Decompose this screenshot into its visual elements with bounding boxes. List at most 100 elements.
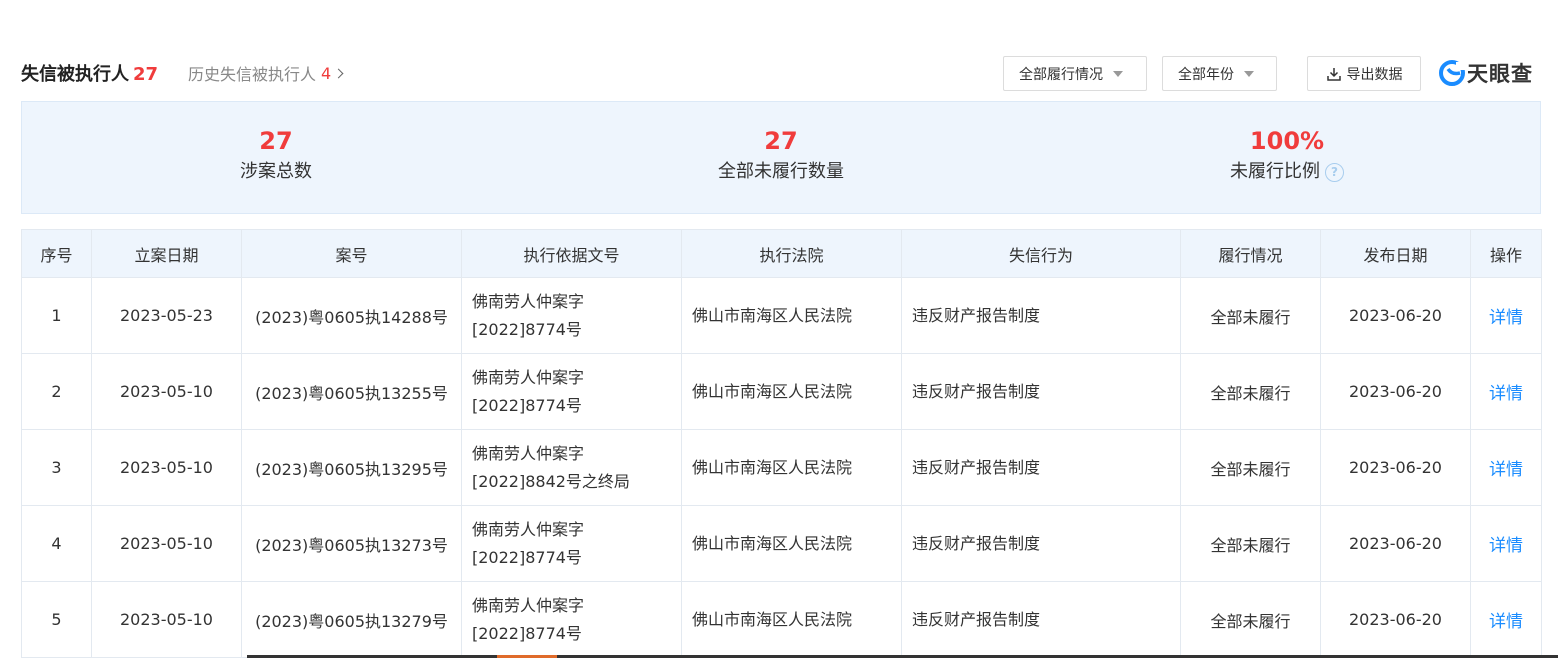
caret-down-icon [1113, 70, 1123, 77]
column-header-behavior: 失信行为 [901, 229, 1181, 278]
basis-line-1: 佛南劳人仲案字 [472, 519, 585, 539]
stat-label-text: 未履行比例 [1230, 161, 1320, 182]
table-row: 3 2023-05-10 (2023)粤0605执13295号 佛南劳人仲案字 [… [21, 429, 1542, 506]
details-link[interactable]: 详情 [1470, 429, 1542, 506]
cell-behavior: 违反财产报告制度 [901, 581, 1181, 658]
history-dishonest-link[interactable]: 历史失信被执行人 4 [188, 61, 344, 85]
history-label: 历史失信被执行人 [188, 65, 317, 84]
cell-filed-date: 2023-05-10 [91, 581, 242, 658]
tianyancha-logo: 天眼查 [1439, 59, 1533, 87]
cell-case-number: (2023)粤0605执14288号 [241, 277, 462, 354]
table-row: 2 2023-05-10 (2023)粤0605执13255号 佛南劳人仲案字 [… [21, 353, 1542, 430]
column-header-action: 操作 [1470, 229, 1542, 278]
cell-published-date: 2023-06-20 [1320, 353, 1471, 430]
cell-court: 佛山市南海区人民法院 [681, 353, 902, 430]
column-header-status: 履行情况 [1180, 229, 1321, 278]
cell-status: 全部未履行 [1180, 581, 1321, 658]
basis-line-2: [2022]8774号 [472, 623, 582, 643]
stat-unfulfilled-count: 27 全部未履行数量 [581, 126, 981, 184]
section-title-label: 失信被执行人 [21, 64, 129, 85]
stat-value: 27 [259, 127, 293, 155]
logo-text: 天眼查 [1467, 62, 1533, 86]
cell-behavior: 违反财产报告制度 [901, 505, 1181, 582]
stat-value: 100% [1249, 127, 1325, 155]
cell-basis-doc: 佛南劳人仲案字 [2022]8774号 [461, 277, 682, 354]
cell-case-number: (2023)粤0605执13279号 [241, 581, 462, 658]
cell-filed-date: 2023-05-10 [91, 429, 242, 506]
performance-filter-dropdown[interactable]: 全部履行情况 [1003, 56, 1147, 91]
export-data-label: 导出数据 [1346, 66, 1403, 83]
cell-status: 全部未履行 [1180, 277, 1321, 354]
basis-line-1: 佛南劳人仲案字 [472, 291, 585, 311]
summary-panel: 27 涉案总数 27 全部未履行数量 100% 未履行比例? [21, 101, 1541, 214]
stat-label: 涉案总数 [76, 160, 476, 184]
basis-line-2: [2022]8774号 [472, 395, 582, 415]
cell-court: 佛山市南海区人民法院 [681, 277, 902, 354]
cell-behavior: 违反财产报告制度 [901, 429, 1181, 506]
cell-basis-doc: 佛南劳人仲案字 [2022]8774号 [461, 581, 682, 658]
stat-label-text: 涉案总数 [240, 161, 312, 182]
cell-published-date: 2023-06-20 [1320, 277, 1471, 354]
cell-published-date: 2023-06-20 [1320, 581, 1471, 658]
section-title-count: 27 [133, 64, 159, 85]
caret-down-icon [1244, 70, 1254, 77]
performance-filter-label: 全部履行情况 [1019, 66, 1103, 83]
cell-basis-doc: 佛南劳人仲案字 [2022]8842号之终局 [461, 429, 682, 506]
column-header-basis-doc: 执行依据文号 [461, 229, 682, 278]
table-row: 5 2023-05-10 (2023)粤0605执13279号 佛南劳人仲案字 [… [21, 581, 1542, 658]
cell-court: 佛山市南海区人民法院 [681, 505, 902, 582]
cell-case-number: (2023)粤0605执13295号 [241, 429, 462, 506]
cell-published-date: 2023-06-20 [1320, 505, 1471, 582]
help-icon[interactable]: ? [1325, 162, 1344, 182]
stat-label: 未履行比例? [1087, 160, 1487, 184]
table-row: 1 2023-05-23 (2023)粤0605执14288号 佛南劳人仲案字 [… [21, 277, 1542, 354]
tianyancha-logo-icon [1439, 60, 1465, 86]
cell-status: 全部未履行 [1180, 353, 1321, 430]
cell-index: 4 [21, 505, 92, 582]
cell-basis-doc: 佛南劳人仲案字 [2022]8774号 [461, 353, 682, 430]
export-data-button[interactable]: 导出数据 [1307, 56, 1421, 91]
year-filter-label: 全部年份 [1178, 66, 1234, 83]
section-title: 失信被执行人 27 [21, 60, 158, 86]
year-filter-dropdown[interactable]: 全部年份 [1162, 56, 1277, 91]
table-header-row: 序号 立案日期 案号 执行依据文号 执行法院 失信行为 履行情况 发布日期 操作 [21, 229, 1542, 278]
cell-behavior: 违反财产报告制度 [901, 277, 1181, 354]
chevron-right-icon [333, 68, 344, 79]
history-count: 4 [321, 63, 332, 83]
cell-filed-date: 2023-05-23 [91, 277, 242, 354]
cell-behavior: 违反财产报告制度 [901, 353, 1181, 430]
basis-line-1: 佛南劳人仲案字 [472, 595, 585, 615]
column-header-published-date: 发布日期 [1320, 229, 1471, 278]
stat-unfulfilled-ratio: 100% 未履行比例? [1087, 126, 1487, 184]
stat-label-text: 全部未履行数量 [718, 161, 844, 182]
stat-total-cases: 27 涉案总数 [76, 126, 476, 184]
basis-line-2: [2022]8774号 [472, 319, 582, 339]
stat-label: 全部未履行数量 [581, 160, 981, 184]
details-link[interactable]: 详情 [1470, 277, 1542, 354]
basis-line-2: [2022]8774号 [472, 547, 582, 567]
column-header-index: 序号 [21, 229, 92, 278]
details-link[interactable]: 详情 [1470, 581, 1542, 658]
cell-court: 佛山市南海区人民法院 [681, 429, 902, 506]
basis-line-1: 佛南劳人仲案字 [472, 443, 585, 463]
cell-status: 全部未履行 [1180, 505, 1321, 582]
column-header-court: 执行法院 [681, 229, 902, 278]
table-row: 4 2023-05-10 (2023)粤0605执13273号 佛南劳人仲案字 [… [21, 505, 1542, 582]
cell-index: 1 [21, 277, 92, 354]
dishonest-records-table: 序号 立案日期 案号 执行依据文号 执行法院 失信行为 履行情况 发布日期 操作… [21, 229, 1542, 658]
cell-filed-date: 2023-05-10 [91, 505, 242, 582]
cell-index: 2 [21, 353, 92, 430]
download-icon [1326, 67, 1341, 81]
cell-published-date: 2023-06-20 [1320, 429, 1471, 506]
cell-basis-doc: 佛南劳人仲案字 [2022]8774号 [461, 505, 682, 582]
details-link[interactable]: 详情 [1470, 353, 1542, 430]
section-header: 失信被执行人 27 历史失信被执行人 4 全部履行情况 全部年份 导出数据 天眼查 [21, 56, 1541, 92]
cell-case-number: (2023)粤0605执13273号 [241, 505, 462, 582]
cell-case-number: (2023)粤0605执13255号 [241, 353, 462, 430]
basis-line-1: 佛南劳人仲案字 [472, 367, 585, 387]
cell-filed-date: 2023-05-10 [91, 353, 242, 430]
cell-index: 3 [21, 429, 92, 506]
details-link[interactable]: 详情 [1470, 505, 1542, 582]
stat-value: 27 [764, 127, 798, 155]
cell-court: 佛山市南海区人民法院 [681, 581, 902, 658]
